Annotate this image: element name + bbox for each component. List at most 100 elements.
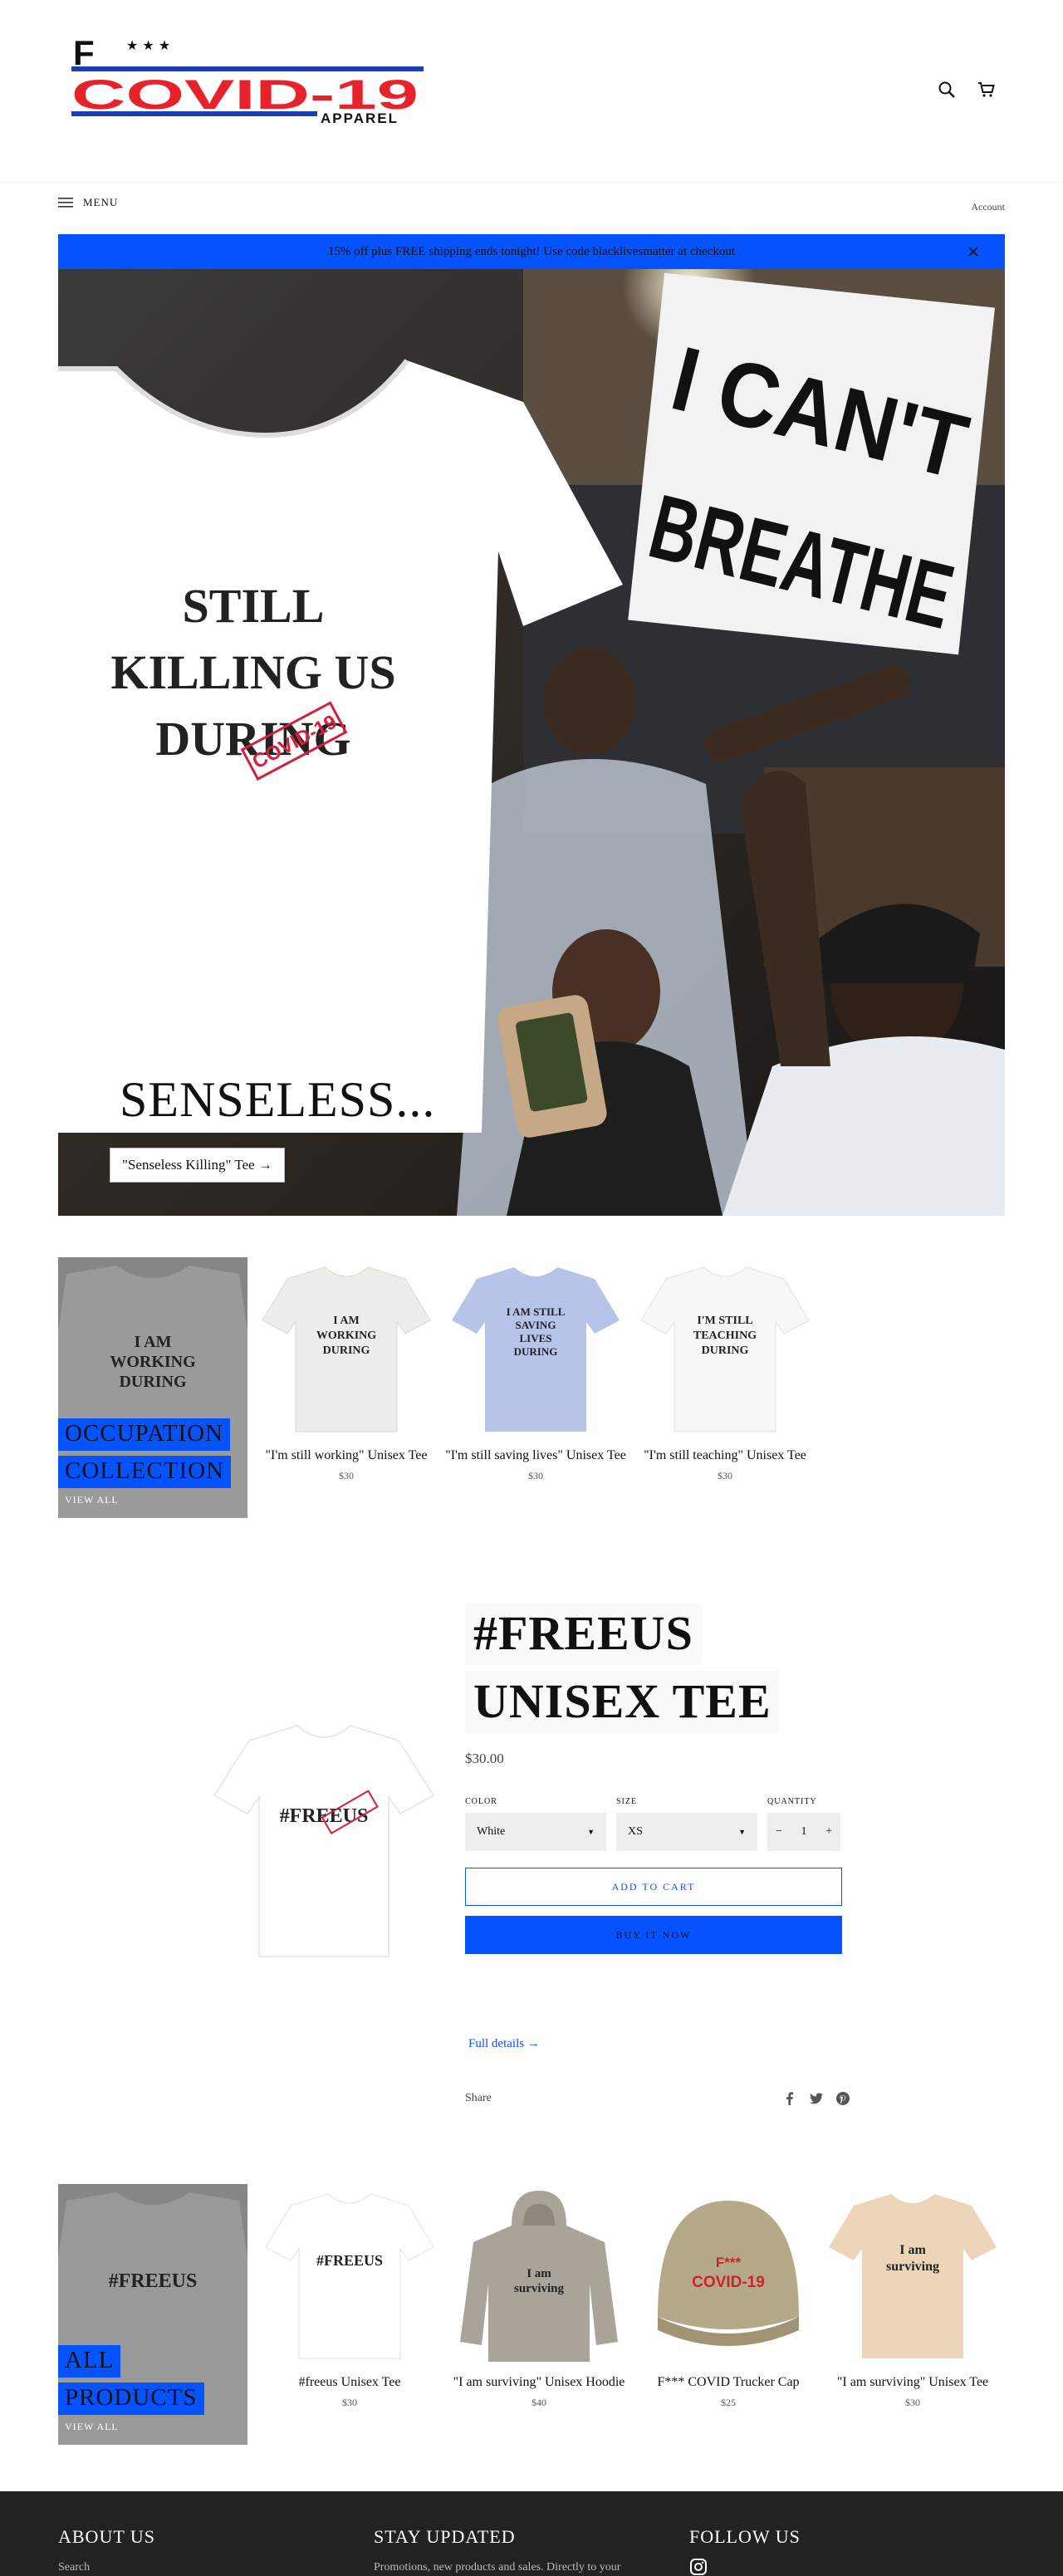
coll1-card-line-2: WORKING [110,1353,196,1371]
product-image: I AM WORKING DURING [262,1266,431,1432]
close-icon[interactable] [965,243,982,260]
product-name: "I am surviving" Unisex Hoodie [453,2375,625,2389]
logo-sub-text: APPAREL [321,110,399,126]
product-image: F*** COVID-19 [658,2201,799,2346]
product-shirt-line: F*** [716,2255,742,2270]
product-card[interactable]: I am surviving "I am surviving" Unisex H… [447,2184,631,2409]
collection-label-line-2: PRODUCTS [58,2383,204,2415]
product-card[interactable]: I am surviving "I am surviving" Unisex T… [821,2184,1005,2409]
occupation-collection: I AM WORKING DURING OCCUPATION COLLECTIO… [58,1257,1005,1523]
menu-button[interactable]: MENU [58,196,118,209]
product-shirt-line: surviving [886,2260,939,2274]
product-shirt-line: COVID-19 [692,2274,765,2291]
featured-title-line-2: UNISEX TEE [465,1671,780,1734]
collection-label-line-2: COLLECTION [58,1456,232,1488]
product-shirt-shape [829,2194,997,2358]
product-card[interactable]: I'M STILL TEACHING DURING "I'm still tea… [633,1257,817,1482]
variant-options: COLOR White ▼ SIZE XS ▼ QUANTITY − 1 + [465,1797,847,1851]
chevron-down-icon: ▼ [587,1828,595,1836]
collection-card-all-products[interactable]: #FREEUS ALL PRODUCTS VIEW ALL [58,2184,247,2445]
coll1-card-line-3: DURING [119,1373,187,1391]
featured-title-line-1: #FREEUS [465,1603,702,1666]
hamburger-icon [58,198,73,208]
product-shirt-line: surviving [514,2282,565,2295]
product-image: I'M STILL TEACHING DURING [640,1266,810,1432]
product-shirt-line: I'M STILL [697,1315,752,1327]
chevron-down-icon: ▼ [738,1828,746,1836]
view-all-link[interactable]: VIEW ALL [65,1494,119,1506]
featured-product-image: #FREEUS [213,1725,435,1957]
footer-updates: STAY UPDATED Promotions, new products an… [374,2526,620,2574]
collection-label-line-1: OCCUPATION [58,1418,231,1451]
product-shirt-line: DURING [514,1345,558,1358]
logo-top-text: F [73,33,95,72]
footer-search-link[interactable]: Search [58,2561,155,2574]
product-card[interactable]: F*** COVID-19 F*** COVID Trucker Cap $25 [636,2184,821,2409]
product-shirt-line: WORKING [316,1330,376,1342]
coll1-card-line-1: I AM [135,1333,172,1351]
product-price: $30 [342,2396,357,2408]
product-price: $30 [718,1469,732,1481]
product-card[interactable]: I AM STILL SAVING LIVES DURING "I'm stil… [443,1257,628,1482]
site-footer: ABOUT US Search STAY UPDATED Promotions,… [0,2491,1063,2576]
instagram-icon[interactable] [689,2558,708,2576]
account-link[interactable]: Account [971,201,1005,213]
search-icon[interactable] [937,80,957,100]
footer-updates-text: Promotions, new products and sales. Dire… [374,2561,621,2574]
quantity-value[interactable]: 1 [801,1825,807,1839]
color-select[interactable]: White ▼ [465,1813,606,1851]
logo-stars: ★ ★ ★ [126,37,170,53]
add-to-cart-button[interactable]: ADD TO CART [465,1868,842,1906]
cart-icon[interactable] [977,80,997,100]
twitter-icon[interactable] [809,2091,824,2106]
product-name: "I'm still saving lives" Unisex Tee [445,1448,626,1462]
product-shirt-line: #FREEUS [316,2252,383,2269]
full-details-link[interactable]: Full details → [468,2037,540,2051]
pinterest-icon[interactable] [835,2091,850,2106]
size-select[interactable]: XS ▼ [616,1813,757,1851]
hero-caption: SENSELESS... "Senseless Killing" Tee → [110,1066,446,1183]
product-image: I AM STILL SAVING LIVES DURING [452,1267,620,1432]
product-name: #freeus Unisex Tee [298,2375,401,2389]
product-name: "I'm still teaching" Unisex Tee [644,1448,806,1462]
product-price: $30 [528,1469,543,1481]
footer-about-title: ABOUT US [58,2526,156,2547]
color-value: White [477,1825,506,1838]
product-price: $30 [339,1469,354,1481]
hero-title: SENSELESS... [110,1066,446,1133]
buy-it-now-button[interactable]: BUY IT NOW [465,1916,842,1954]
all-products-collection: #FREEUS ALL PRODUCTS VIEW ALL #FREEUS #f… [58,2184,1005,2450]
share-label: Share [465,2092,492,2104]
quantity-plus-button[interactable]: + [825,1825,832,1839]
hero-cta-button[interactable]: "Senseless Killing" Tee → [110,1148,285,1183]
view-all-link[interactable]: VIEW ALL [65,2421,119,2433]
product-shirt-line: TEACHING [693,1330,757,1342]
facebook-icon[interactable] [782,2091,797,2106]
color-label: COLOR [465,1797,497,1806]
announcement-bar[interactable]: 15% off plus FREE shipping ends tonight!… [58,234,1005,269]
brand-logo: F ★ ★ ★ COVID-19 APPAREL [71,33,424,126]
footer-follow: FOLLOW US [689,2526,801,2576]
site-header: F ★ ★ ★ COVID-19 APPAREL [0,0,1063,183]
collection-card-occupation[interactable]: I AM WORKING DURING OCCUPATION COLLECTIO… [58,1257,247,1518]
product-price: $25 [721,2396,736,2408]
coll2-card-text: #FREEUS [109,2270,198,2292]
product-image: I am surviving [829,2194,997,2358]
product-card[interactable]: #FREEUS #freeus Unisex Tee $30 [257,2184,442,2409]
quantity-minus-button[interactable]: − [776,1825,782,1839]
collection-label-line-1: ALL [58,2345,121,2378]
product-shirt-shape [265,2193,434,2359]
hero-shirt-line-2: KILLING US [110,645,395,699]
featured-price: $30.00 [465,1751,504,1766]
product-name: "I am surviving" Unisex Tee [836,2375,989,2389]
product-price: $40 [532,2396,546,2408]
product-shirt-line: I am [527,2267,551,2280]
product-price: $30 [905,2396,920,2408]
product-name: F*** COVID Trucker Cap [657,2375,800,2389]
product-card[interactable]: I AM WORKING DURING "I'm still working" … [254,1257,438,1482]
quantity-stepper: − 1 + [767,1813,840,1851]
product-image: #FREEUS [265,2193,434,2359]
product-shirt-line: DURING [323,1344,370,1357]
size-value: XS [628,1825,643,1838]
product-shirt-line: SAVING [516,1319,556,1331]
